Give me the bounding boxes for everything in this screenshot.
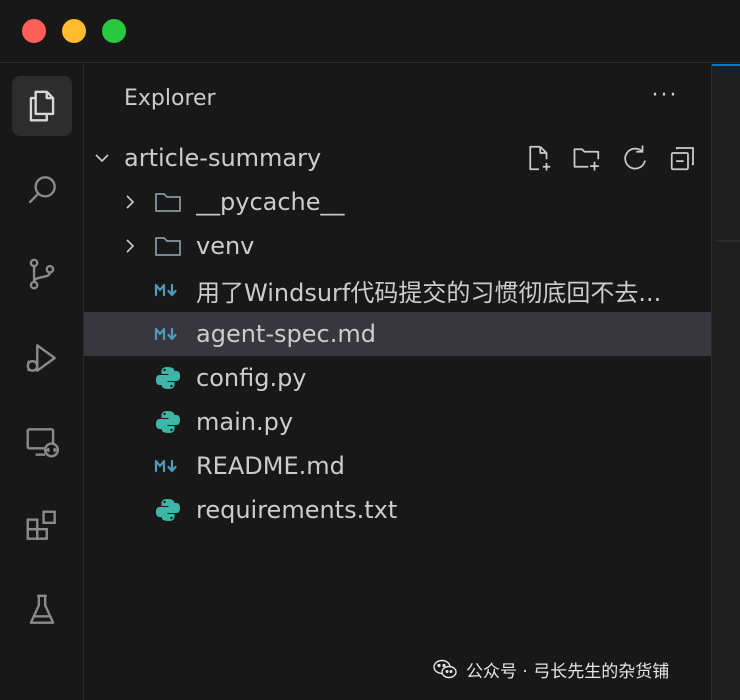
python-icon <box>154 497 182 523</box>
explorer-sidebar: Explorer ··· article-summary __pycache__ <box>84 64 711 700</box>
tree-item-label: venv <box>196 232 255 260</box>
source-control-icon <box>29 258 55 290</box>
maximize-window-button[interactable] <box>102 19 126 43</box>
files-icon <box>29 90 55 122</box>
python-icon <box>154 409 182 435</box>
activity-source-control[interactable] <box>12 244 72 304</box>
chevron-down-icon <box>95 154 109 163</box>
activity-run-debug[interactable] <box>12 328 72 388</box>
root-folder-name: article-summary <box>124 144 322 172</box>
tree-item-label: README.md <box>196 452 345 480</box>
root-actions <box>522 136 700 180</box>
tree-item-markdown-article[interactable]: 用了Windsurf代码提交的习惯彻底回不去... <box>84 268 711 312</box>
new-file-icon <box>529 145 551 171</box>
activity-bar <box>0 64 84 700</box>
tree-item-agent-spec[interactable]: agent-spec.md <box>84 312 711 356</box>
watermark-text: 公众号 · 弓长先生的杂货铺 <box>466 661 670 682</box>
minimize-window-button[interactable] <box>62 19 86 43</box>
markdown-icon <box>154 453 182 479</box>
search-icon <box>28 176 56 204</box>
tree-item-config-py[interactable]: config.py <box>84 356 711 400</box>
editor-area[interactable] <box>711 64 740 700</box>
extensions-icon <box>26 510 56 540</box>
python-icon <box>154 365 182 391</box>
wechat-icon <box>433 659 457 679</box>
activity-search[interactable] <box>12 160 72 220</box>
refresh-button[interactable] <box>618 141 652 175</box>
root-folder-row[interactable]: article-summary <box>84 136 711 180</box>
remote-explorer-icon <box>26 428 60 458</box>
watermark: 公众号 · 弓长先生的杂货铺 <box>432 656 669 682</box>
explorer-title: Explorer <box>124 86 216 111</box>
collapse-all-icon <box>670 147 694 171</box>
activity-extensions[interactable] <box>12 496 72 556</box>
editor-tab[interactable] <box>712 64 740 116</box>
markdown-icon <box>154 277 182 303</box>
tree-item-pycache[interactable]: __pycache__ <box>84 180 711 224</box>
refresh-icon <box>624 145 646 170</box>
markdown-icon <box>154 321 182 347</box>
collapse-all-button[interactable] <box>666 141 700 175</box>
tree-item-label: __pycache__ <box>196 188 345 216</box>
tree-item-label: 用了Windsurf代码提交的习惯彻底回不去... <box>196 278 662 307</box>
folder-icon <box>154 189 182 215</box>
tree-item-label: main.py <box>196 408 294 436</box>
activity-testing[interactable] <box>12 580 72 640</box>
chevron-right-icon <box>126 195 135 209</box>
tree-item-readme[interactable]: README.md <box>84 444 711 488</box>
close-window-button[interactable] <box>22 19 46 43</box>
tree-item-label: agent-spec.md <box>196 320 376 348</box>
tree-item-requirements[interactable]: requirements.txt <box>84 488 711 532</box>
activity-explorer[interactable] <box>12 76 72 136</box>
editor-divider <box>716 240 740 242</box>
run-debug-icon <box>26 344 56 372</box>
new-file-button[interactable] <box>522 141 556 175</box>
beaker-icon <box>29 594 55 624</box>
tree-item-label: requirements.txt <box>196 496 398 524</box>
more-actions-button[interactable]: ··· <box>650 80 680 110</box>
chevron-right-icon <box>126 239 135 253</box>
folder-icon <box>154 233 182 259</box>
tree-item-label: config.py <box>196 364 307 392</box>
new-folder-button[interactable] <box>570 141 604 175</box>
tree-item-main-py[interactable]: main.py <box>84 400 711 444</box>
tree-item-venv[interactable]: venv <box>84 224 711 268</box>
activity-remote-explorer[interactable] <box>12 412 72 472</box>
title-bar <box>0 0 740 63</box>
new-folder-icon <box>573 148 600 171</box>
